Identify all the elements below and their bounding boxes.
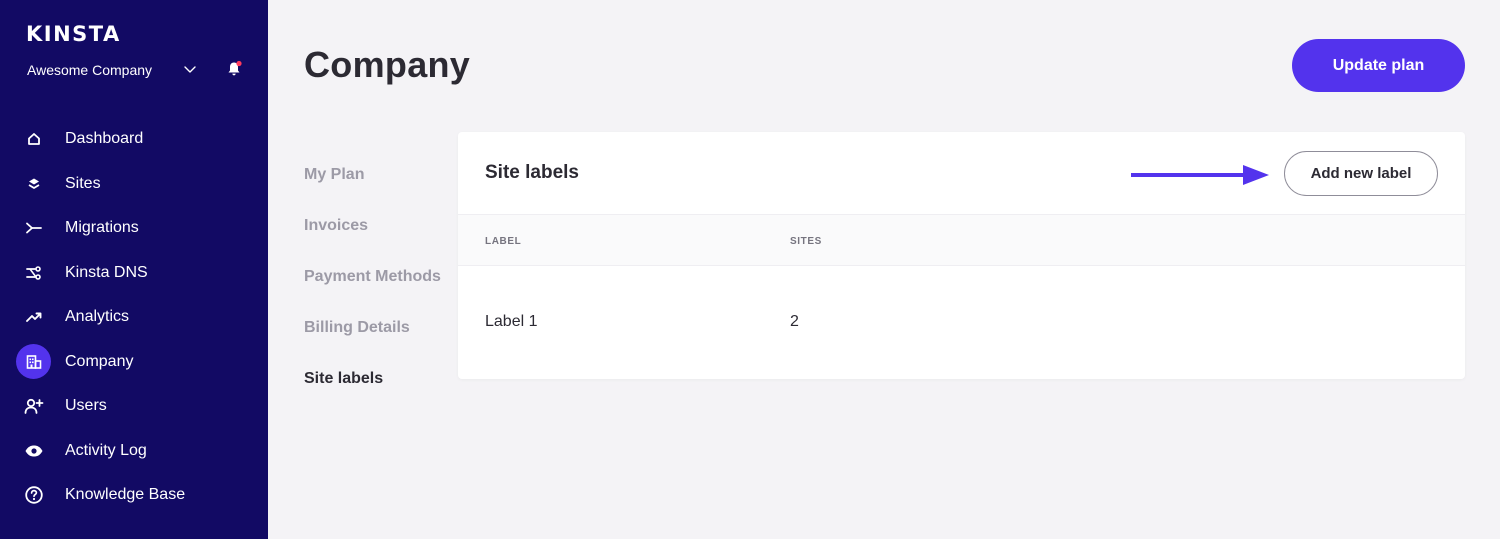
home-icon — [16, 122, 51, 157]
notification-bell-icon[interactable] — [225, 60, 243, 78]
sidebar-item-label: Knowledge Base — [65, 486, 186, 504]
kinsta-logo[interactable]: KINSTA — [26, 22, 121, 46]
update-plan-button[interactable]: Update plan — [1292, 39, 1465, 92]
company-switcher[interactable]: Awesome Company — [27, 60, 249, 80]
sidebar: KINSTA Awesome Company Dashboard Sites M… — [0, 0, 268, 539]
column-header-label[interactable]: LABEL — [485, 236, 521, 247]
subnav-item-payment-methods[interactable]: Payment Methods — [304, 262, 444, 313]
sidebar-item-label: Sites — [65, 174, 101, 192]
help-icon — [16, 478, 51, 513]
sidebar-item-analytics[interactable]: Analytics — [0, 295, 268, 340]
dns-icon — [16, 255, 51, 290]
subnav-item-my-plan[interactable]: My Plan — [304, 160, 444, 211]
layers-icon — [16, 166, 51, 201]
sidebar-item-label: Migrations — [65, 219, 139, 237]
column-header-sites[interactable]: SITES — [790, 236, 822, 247]
sidebar-item-label: Activity Log — [65, 441, 147, 459]
sidebar-item-dashboard[interactable]: Dashboard — [0, 117, 268, 162]
sidebar-item-label: Company — [65, 352, 134, 370]
site-labels-card: Site labels Add new label LABEL SITES La… — [458, 132, 1465, 379]
subnav-item-invoices[interactable]: Invoices — [304, 211, 444, 262]
add-new-label-button[interactable]: Add new label — [1284, 151, 1438, 196]
migrations-icon — [16, 211, 51, 246]
sidebar-item-sites[interactable]: Sites — [0, 162, 268, 207]
sidebar-item-company[interactable]: Company — [0, 340, 268, 385]
label-name-cell: Label 1 — [485, 313, 538, 330]
sidebar-item-label: Kinsta DNS — [65, 263, 148, 281]
sidebar-item-knowledge-base[interactable]: Knowledge Base — [0, 473, 268, 518]
analytics-icon — [16, 300, 51, 335]
eye-icon — [16, 433, 51, 468]
page-title: Company — [304, 44, 471, 85]
sidebar-item-users[interactable]: Users — [0, 384, 268, 429]
user-plus-icon — [16, 389, 51, 424]
sidebar-item-kinsta-dns[interactable]: Kinsta DNS — [0, 251, 268, 296]
building-icon — [16, 344, 51, 380]
table-row[interactable]: Label 1 2 — [458, 266, 1465, 379]
sidebar-item-migrations[interactable]: Migrations — [0, 206, 268, 251]
arrow-right-icon — [1131, 165, 1269, 185]
sidebar-item-activity-log[interactable]: Activity Log — [0, 429, 268, 474]
card-title: Site labels — [485, 162, 579, 183]
table-header: LABEL SITES — [458, 214, 1465, 266]
sites-count-cell: 2 — [790, 313, 799, 330]
chevron-down-icon[interactable] — [183, 62, 197, 76]
company-subnav: My Plan Invoices Payment Methods Billing… — [304, 160, 444, 415]
sidebar-item-label: Dashboard — [65, 130, 144, 148]
sidebar-item-label: Users — [65, 397, 107, 415]
subnav-item-site-labels[interactable]: Site labels — [304, 364, 444, 415]
subnav-item-billing-details[interactable]: Billing Details — [304, 313, 444, 364]
company-name: Awesome Company — [27, 62, 153, 78]
sidebar-item-label: Analytics — [65, 308, 130, 326]
main-nav: Dashboard Sites Migrations Kinsta DNS An… — [0, 117, 268, 518]
